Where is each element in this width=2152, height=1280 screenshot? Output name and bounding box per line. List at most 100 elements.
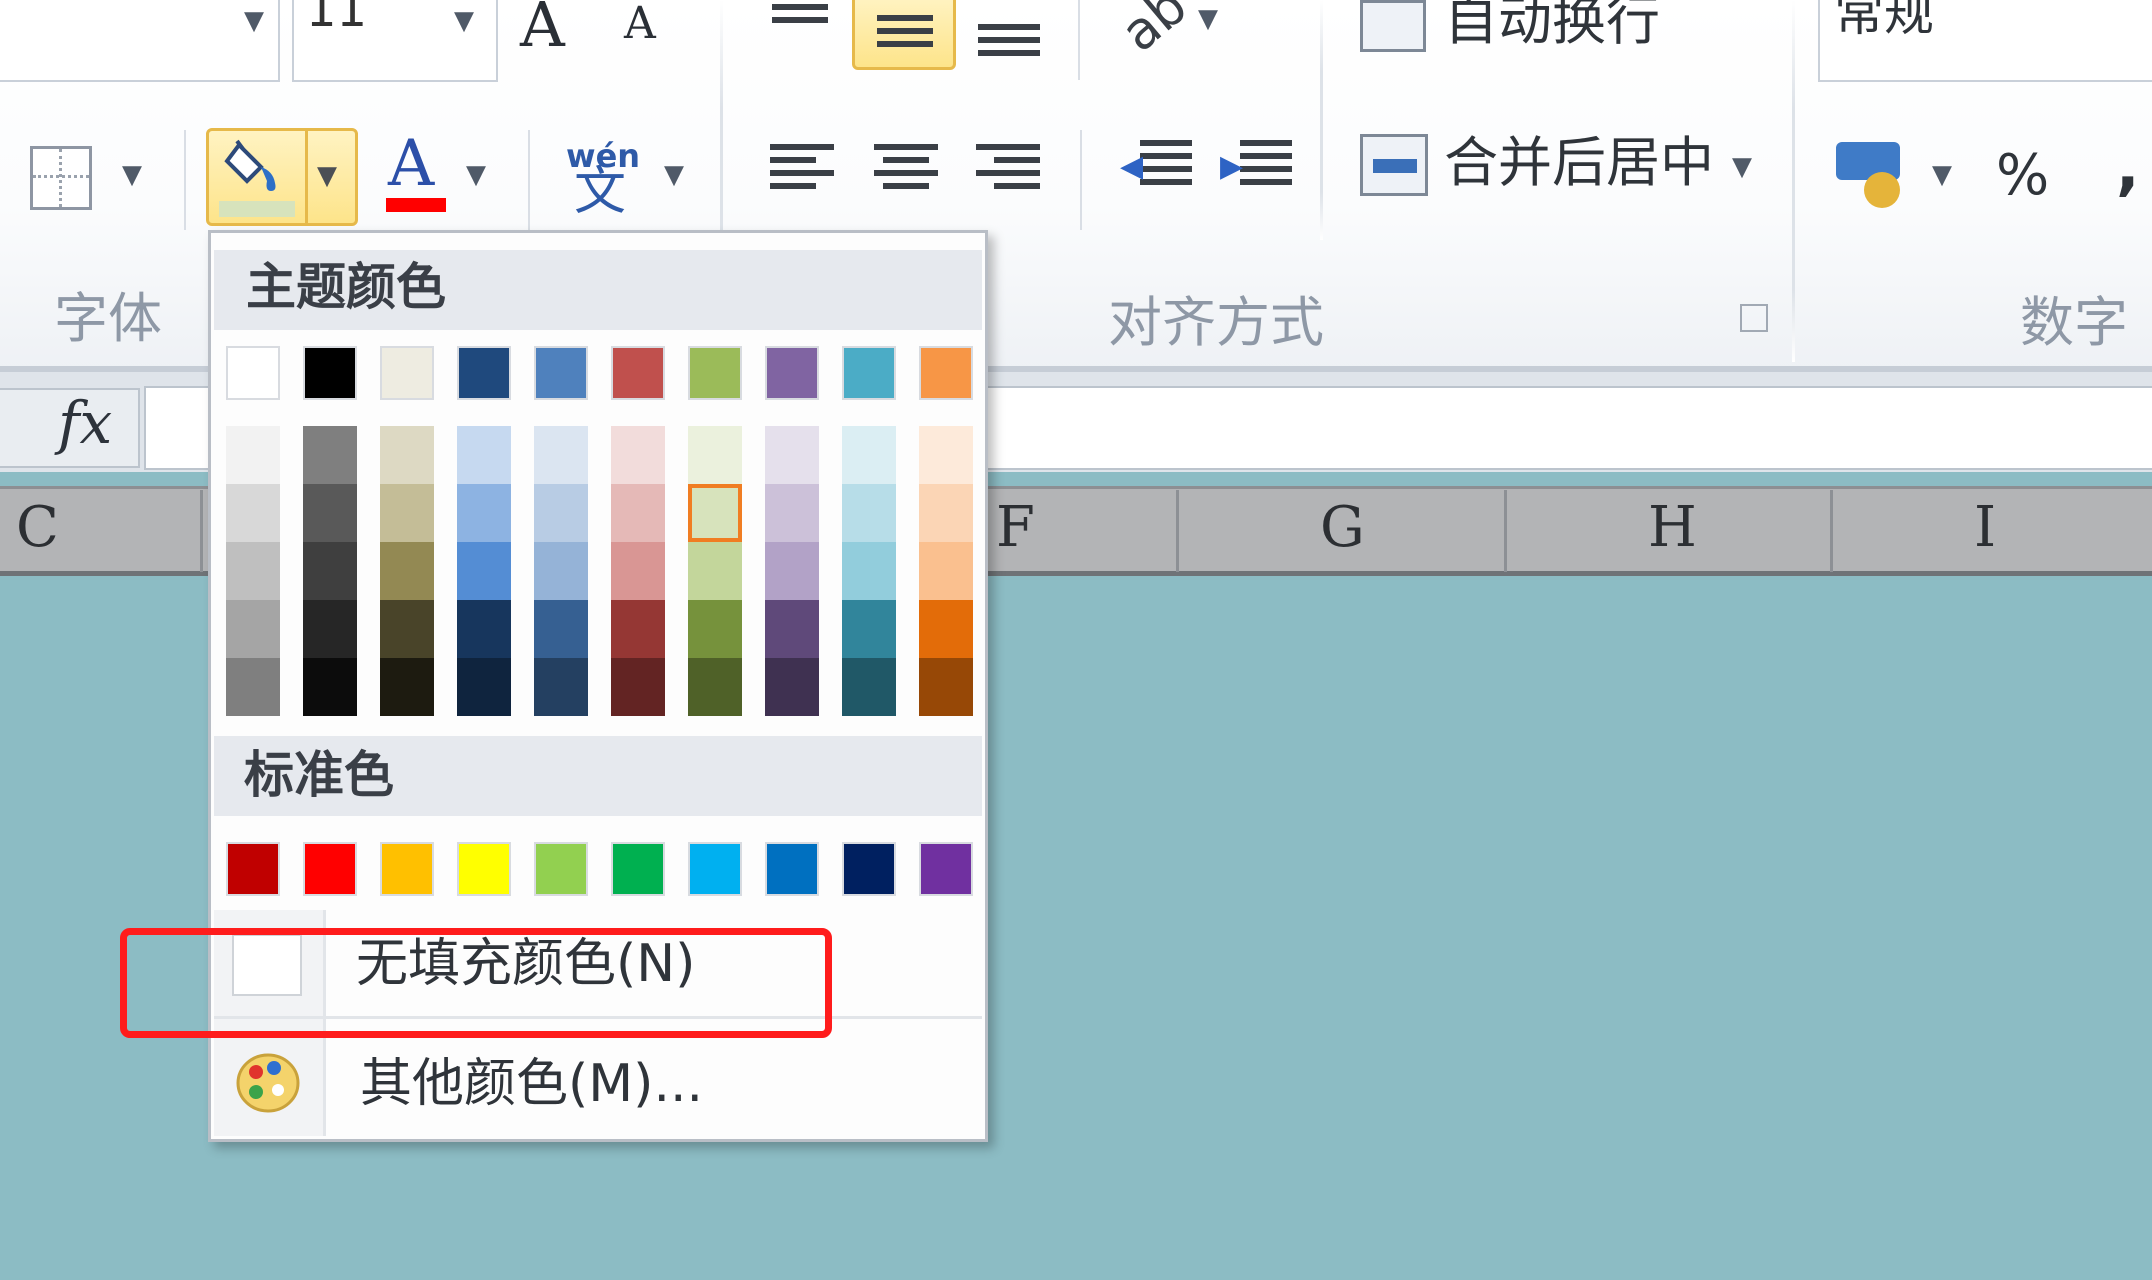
number-format-combo[interactable]: 常规 [1818,0,2152,82]
theme-shade-swatch[interactable] [303,426,357,484]
theme-shade-swatch[interactable] [688,658,742,716]
theme-shade-swatch[interactable] [457,600,511,658]
font-size-dropdown-icon[interactable]: ▼ [454,8,474,34]
standard-color-swatch[interactable] [842,842,896,896]
font-name-combo[interactable] [0,0,280,82]
theme-shade-swatch[interactable] [611,542,665,600]
theme-color-swatch[interactable] [457,346,511,400]
column-divider[interactable] [200,490,203,572]
orientation-button[interactable]: ab ▼ [1110,0,1218,64]
standard-color-swatch[interactable] [303,842,357,896]
theme-shade-swatch[interactable] [842,542,896,600]
column-divider[interactable] [1504,490,1507,572]
align-center-button[interactable] [874,144,938,196]
comma-style-button[interactable]: , [2116,136,2140,198]
theme-shade-swatch[interactable] [380,600,434,658]
currency-dropdown-icon[interactable]: ▼ [1932,162,1952,188]
standard-color-swatch[interactable] [688,842,742,896]
theme-shade-swatch[interactable] [380,426,434,484]
theme-color-swatch[interactable] [919,346,973,400]
theme-shade-swatch[interactable] [303,658,357,716]
theme-shade-swatch[interactable] [534,600,588,658]
theme-shade-swatch[interactable] [303,484,357,542]
theme-shade-swatch[interactable] [765,600,819,658]
theme-shade-swatch[interactable] [611,484,665,542]
phonetic-dropdown-icon[interactable]: ▼ [664,162,684,188]
borders-button[interactable] [30,146,92,210]
shrink-font-button[interactable]: A [624,2,674,58]
standard-color-swatch[interactable] [611,842,665,896]
theme-color-swatch[interactable] [688,346,742,400]
theme-shade-swatch[interactable] [842,426,896,484]
font-name-dropdown-icon[interactable]: ▼ [244,8,264,34]
grow-font-button[interactable]: A [520,0,586,58]
theme-shade-swatch[interactable] [611,426,665,484]
theme-shade-swatch[interactable] [688,426,742,484]
align-right-button[interactable] [976,144,1040,196]
theme-shade-swatch[interactable] [226,426,280,484]
theme-color-swatch[interactable] [380,346,434,400]
theme-shade-swatch[interactable] [919,600,973,658]
theme-shade-swatch[interactable] [303,600,357,658]
theme-shade-swatch[interactable] [611,600,665,658]
standard-color-swatch[interactable] [226,842,280,896]
theme-shade-swatch[interactable] [842,600,896,658]
theme-shade-swatch[interactable] [534,658,588,716]
theme-shade-swatch[interactable] [842,484,896,542]
theme-shade-swatch[interactable] [380,542,434,600]
column-header-g[interactable]: G [1320,500,1365,556]
column-header-f[interactable]: F [996,500,1035,556]
theme-shade-swatch[interactable] [611,658,665,716]
bottom-align-button[interactable] [978,24,1040,63]
theme-shade-swatch[interactable] [457,658,511,716]
theme-shade-swatch[interactable] [688,600,742,658]
theme-shade-swatch[interactable] [226,600,280,658]
theme-shade-swatch[interactable] [765,484,819,542]
borders-dropdown-icon[interactable]: ▼ [122,162,142,188]
selected-theme-shade-swatch[interactable] [688,484,742,542]
fill-color-button[interactable]: ▼ [206,128,358,226]
currency-format-button[interactable] [1836,138,1908,210]
standard-color-swatch[interactable] [765,842,819,896]
font-color-dropdown-icon[interactable]: ▼ [466,162,486,188]
percent-style-button[interactable]: % [1996,148,2049,204]
standard-color-swatch[interactable] [457,842,511,896]
column-divider[interactable] [1830,490,1833,572]
theme-color-swatch[interactable] [842,346,896,400]
theme-shade-swatch[interactable] [919,426,973,484]
font-color-button[interactable]: A [382,132,446,214]
orientation-dropdown-icon[interactable]: ▼ [1198,6,1218,32]
column-header-i[interactable]: I [1974,500,1996,556]
theme-color-swatch[interactable] [534,346,588,400]
column-header-h[interactable]: H [1648,500,1697,556]
theme-shade-swatch[interactable] [226,542,280,600]
theme-shade-swatch[interactable] [688,542,742,600]
decrease-indent-button[interactable]: ◀ [1120,140,1196,210]
theme-shade-swatch[interactable] [765,658,819,716]
theme-shade-swatch[interactable] [457,484,511,542]
theme-shade-swatch[interactable] [765,426,819,484]
theme-color-swatch[interactable] [611,346,665,400]
theme-color-swatch[interactable] [765,346,819,400]
theme-shade-swatch[interactable] [226,658,280,716]
merge-center-dropdown-icon[interactable]: ▼ [1732,154,1752,180]
theme-shade-swatch[interactable] [303,542,357,600]
theme-shade-swatch[interactable] [380,484,434,542]
theme-shade-swatch[interactable] [919,484,973,542]
alignment-dialog-launcher-icon[interactable] [1740,304,1768,332]
theme-shade-swatch[interactable] [457,542,511,600]
theme-color-swatch[interactable] [303,346,357,400]
top-align-button[interactable] [772,4,828,30]
standard-color-swatch[interactable] [380,842,434,896]
merge-center-button[interactable]: 合并后居中 ▼ [1354,130,1774,210]
theme-shade-swatch[interactable] [842,658,896,716]
fill-color-dropdown-icon[interactable]: ▼ [317,163,337,189]
standard-color-swatch[interactable] [534,842,588,896]
theme-shade-swatch[interactable] [226,484,280,542]
column-divider[interactable] [1176,490,1179,572]
align-left-button[interactable] [770,144,834,196]
theme-shade-swatch[interactable] [534,542,588,600]
phonetic-button[interactable]: wén 文 [562,140,646,220]
wrap-text-button[interactable]: 自动换行 [1354,0,1674,62]
theme-shade-swatch[interactable] [457,426,511,484]
